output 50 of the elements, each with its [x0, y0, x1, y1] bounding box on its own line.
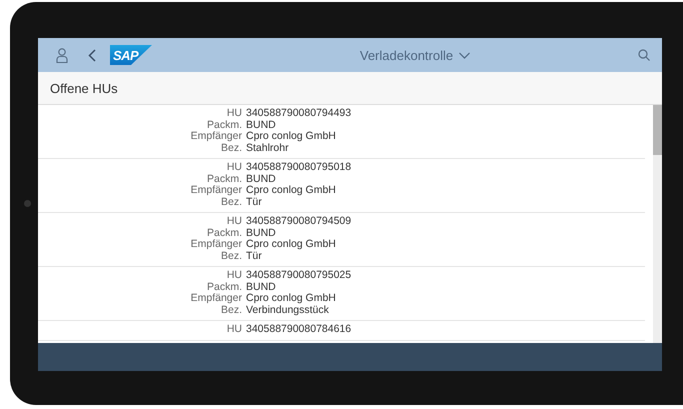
chevron-down-icon [459, 52, 470, 58]
field-value: 340588790080795018 [246, 162, 352, 174]
field-label: Empfänger [190, 293, 243, 304]
field-value: Verbindungsstück [246, 304, 329, 316]
field-label: Packm. [206, 174, 243, 185]
field-label: Packm. [206, 120, 243, 131]
field-value: 340588790080794493 [246, 108, 352, 120]
back-icon [88, 48, 96, 62]
list-item[interactable]: HU 340588790080794509 Packm. BUND Empfänger Cpro conlog GmbH Bez. Tür [38, 213, 645, 267]
field-label: Empfänger [190, 185, 243, 196]
field-label: Packm. [206, 228, 243, 239]
field-value: BUND [246, 228, 276, 239]
page-title: Offene HUs [50, 80, 118, 96]
field-label: Empfänger [190, 131, 243, 142]
user-button[interactable] [56, 48, 68, 62]
field-label: Bez. [220, 250, 243, 262]
field-label: HU [226, 324, 243, 336]
field-value: 340588790080795025 [246, 270, 352, 282]
field-value: BUND [246, 282, 276, 293]
list-item[interactable]: HU 340588790080794493 Packm. BUND Empfänger Cpro conlog GmbH Bez. Stahlrohr [38, 105, 645, 159]
field-value: BUND [246, 174, 276, 185]
field-value: 340588790080784616 [246, 324, 352, 336]
field-label: Bez. [220, 196, 243, 208]
list-item[interactable]: HU 340588790080795018 Packm. BUND Empfänger Cpro conlog GmbH Bez. Tür [38, 159, 645, 213]
field-label: HU [226, 216, 243, 228]
field-value: BUND [246, 120, 276, 131]
field-value: Cpro conlog GmbH [246, 131, 336, 142]
field-label: HU [226, 108, 243, 120]
list-item[interactable]: HU 340588790080784616 [38, 321, 645, 340]
camera-dot [24, 200, 31, 207]
field-value: Tür [246, 196, 262, 208]
field-value: Stahlrohr [246, 142, 289, 154]
field-value: Cpro conlog GmbH [246, 185, 336, 196]
field-value: Cpro conlog GmbH [246, 293, 336, 304]
field-value: 340588790080794509 [246, 216, 352, 228]
back-button[interactable] [88, 48, 96, 62]
search-button[interactable] [638, 49, 650, 61]
field-label: Bez. [220, 142, 243, 154]
field-label: Packm. [206, 282, 243, 293]
search-icon [638, 49, 650, 61]
field-value: Cpro conlog GmbH [246, 239, 336, 250]
field-label: Empfänger [190, 239, 243, 250]
list-item[interactable]: HU 340588790080795025 Packm. BUND Empfänger Cpro conlog GmbH Bez. Verbindungsstück [38, 267, 645, 321]
field-label: HU [226, 162, 243, 174]
field-value: Tür [246, 250, 262, 262]
field-label: Bez. [220, 304, 243, 316]
logo: SAP [110, 45, 152, 65]
person-icon [56, 48, 68, 62]
field-label: HU [226, 270, 243, 282]
scrollbar[interactable] [653, 105, 662, 343]
